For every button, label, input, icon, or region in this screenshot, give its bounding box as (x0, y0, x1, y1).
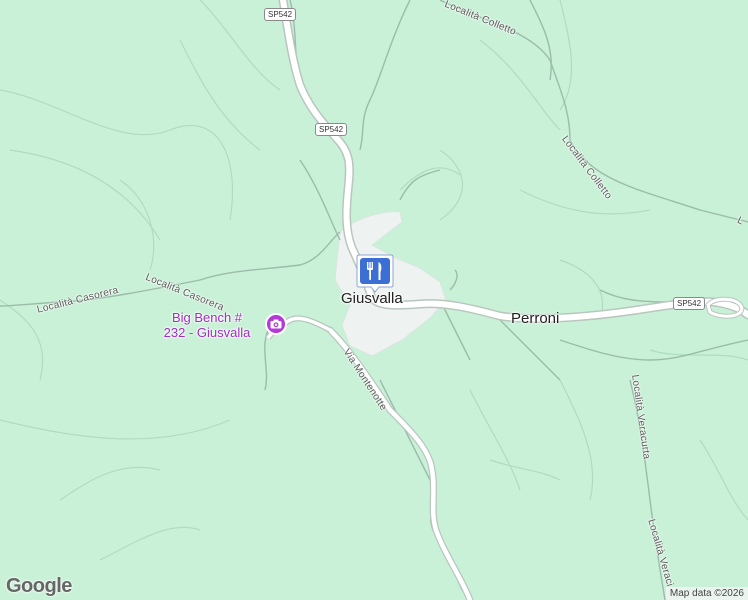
route-shield-sp542-top: SP542 (264, 8, 297, 21)
map-canvas[interactable]: SP542 SP542 SP542 Località Colletto Loca… (0, 0, 748, 600)
route-shield-sp542-right: SP542 (673, 297, 706, 310)
route-shield-sp542-mid: SP542 (315, 123, 348, 136)
poi-label-line1: Big Bench # (171, 310, 243, 325)
google-logo: Google (6, 575, 72, 597)
camera-icon-glyph (270, 319, 282, 329)
camera-icon[interactable] (265, 313, 287, 335)
restaurant-pin-shape (356, 254, 394, 293)
poi-label-big-bench[interactable]: Big Bench # 232 - Giusvalla (147, 310, 267, 340)
map-attribution[interactable]: Map data ©2026 (665, 587, 748, 600)
place-label-perroni[interactable]: Perroni (511, 310, 559, 327)
poi-label-line2: 232 - Giusvalla (163, 325, 251, 340)
restaurant-icon[interactable] (356, 253, 394, 293)
